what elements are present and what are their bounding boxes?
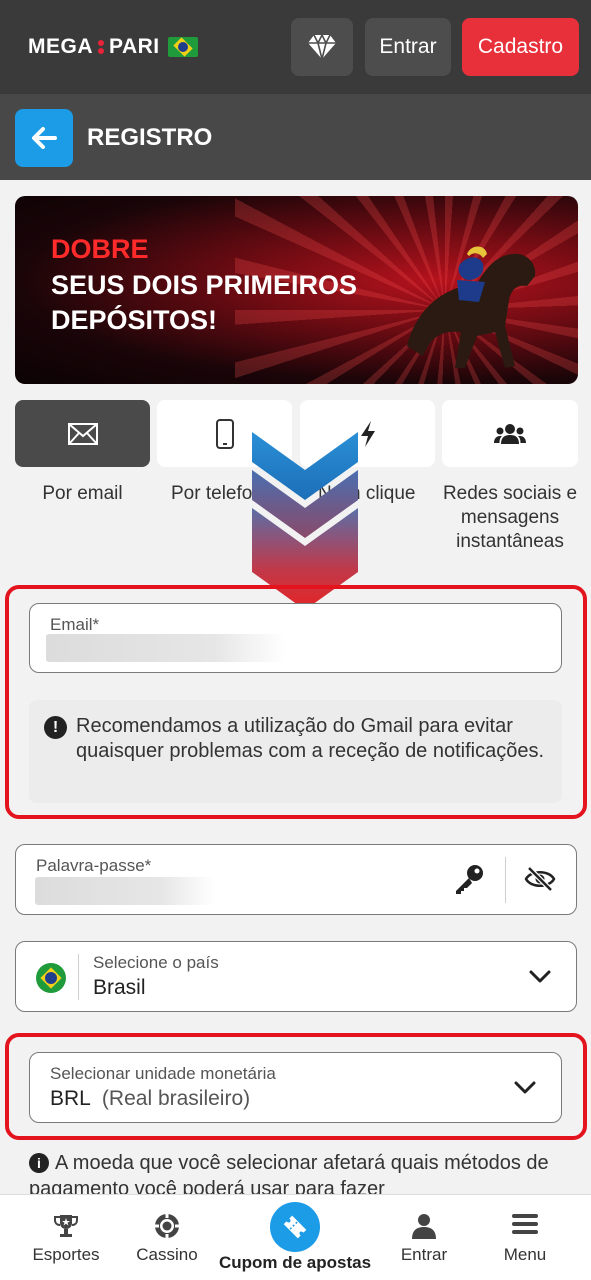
nav-entrar[interactable]: Entrar <box>374 1195 474 1280</box>
logo-text-right: PARI <box>109 35 160 58</box>
tab-social-label[interactable]: Redes sociais e mensagens instantâneas <box>442 482 578 554</box>
eye-slash-icon[interactable] <box>524 866 556 892</box>
top-bar: MEGA PARI Entrar Cadastro <box>0 0 591 94</box>
email-field[interactable]: Email* <box>29 603 562 673</box>
nav-esportes[interactable]: Esportes <box>14 1195 118 1280</box>
bet-slip-button[interactable] <box>270 1202 320 1252</box>
password-divider <box>505 857 506 903</box>
nav-cupom-label: Cupom de apostas <box>218 1253 372 1272</box>
country-value: Brasil <box>93 976 146 999</box>
logo-separator <box>96 38 106 56</box>
nav-menu[interactable]: Menu <box>474 1195 576 1280</box>
envelope-icon <box>67 422 98 445</box>
logo-text-left: MEGA <box>28 35 93 58</box>
racehorse-image <box>407 246 536 368</box>
password-field-label: Palavra-passe* <box>36 856 152 875</box>
users-icon <box>494 423 526 444</box>
country-select-label: Selecione o país <box>93 953 219 972</box>
nav-cassino-label: Cassino <box>136 1245 198 1264</box>
page-title: REGISTRO <box>87 124 213 151</box>
lightning-icon <box>360 420 375 447</box>
password-field[interactable]: Palavra-passe* <box>15 844 577 915</box>
currency-code: BRL <box>50 1087 91 1110</box>
email-field-label: Email* <box>50 615 100 634</box>
exclamation-icon: ! <box>44 716 67 739</box>
nav-esportes-label: Esportes <box>32 1245 100 1264</box>
casino-chip-icon <box>155 1214 179 1238</box>
signup-button[interactable]: Cadastro <box>462 18 579 76</box>
currency-value: BRL (Real brasileiro) <box>50 1087 250 1111</box>
promotions-button[interactable] <box>291 18 353 76</box>
registration-header: REGISTRO <box>0 94 591 180</box>
back-button[interactable] <box>15 109 73 167</box>
phone-icon <box>215 418 234 449</box>
diamond-icon <box>308 33 336 60</box>
banner-subheadline: SEUS DOIS PRIMEIROS DEPÓSITOS! <box>51 270 358 335</box>
password-value-redacted <box>35 877 215 905</box>
arrow-left-icon <box>32 127 57 149</box>
trophy-icon <box>54 1215 78 1237</box>
brazil-flag-icon <box>167 37 198 57</box>
megapari-logo[interactable]: MEGA PARI <box>28 34 198 60</box>
tab-social[interactable] <box>442 400 578 467</box>
country-divider <box>78 954 79 1000</box>
nav-entrar-label: Entrar <box>400 1245 448 1264</box>
info-icon: i <box>29 1153 49 1173</box>
brazil-flag-icon <box>36 963 66 993</box>
gmail-recommendation-notice: ! Recomendamos a utilização do Gmail par… <box>29 700 562 803</box>
chevron-down-icon <box>514 1081 536 1094</box>
login-button[interactable]: Entrar <box>365 18 451 76</box>
menu-icon <box>512 1214 538 1234</box>
tab-email-label[interactable]: Por email <box>15 482 150 506</box>
nav-menu-label: Menu <box>503 1245 547 1264</box>
currency-select-label: Selecionar unidade monetária <box>50 1064 276 1083</box>
banner-headline: DOBRE <box>51 234 149 264</box>
promo-banner[interactable]: DOBRE SEUS DOIS PRIMEIROS DEPÓSITOS! <box>15 196 578 384</box>
user-icon <box>412 1214 436 1239</box>
nav-cassino[interactable]: Cassino <box>118 1195 216 1280</box>
currency-select[interactable]: Selecionar unidade monetária BRL (Real b… <box>29 1052 562 1123</box>
gmail-notice-text: Recomendamos a utilização do Gmail para … <box>76 715 545 762</box>
chevron-down-icon <box>529 970 551 983</box>
key-icon[interactable] <box>453 863 485 895</box>
email-value-redacted <box>46 634 286 662</box>
ticket-icon <box>283 1215 307 1239</box>
country-select[interactable]: Selecione o país Brasil <box>15 941 577 1012</box>
chevron-down-icon <box>252 432 358 610</box>
currency-notice-text: A moeda que você selecionar afetará quai… <box>29 1152 549 1200</box>
currency-name: (Real brasileiro) <box>101 1087 251 1110</box>
tab-email[interactable] <box>15 400 150 467</box>
